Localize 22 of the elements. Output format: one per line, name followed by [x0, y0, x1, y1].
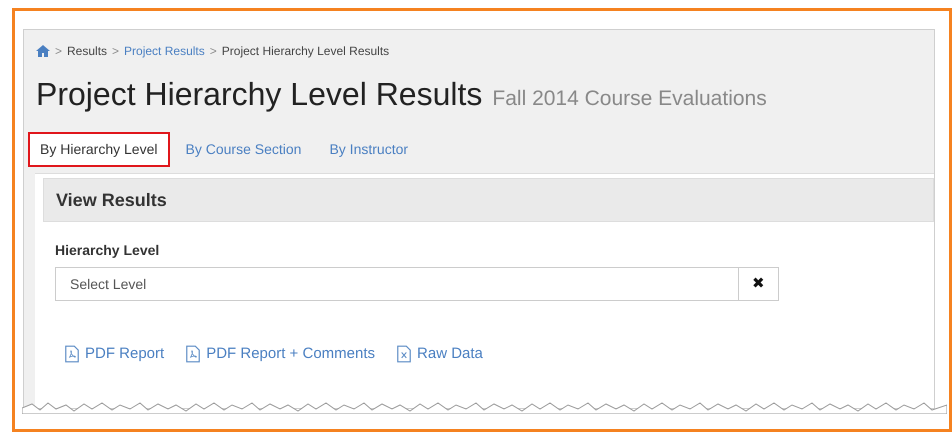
clear-button[interactable]: ✖ — [739, 267, 779, 301]
page-subtitle: Fall 2014 Course Evaluations — [492, 86, 767, 112]
breadcrumb-link[interactable]: Project Results — [124, 42, 205, 60]
breadcrumb-separator: > — [55, 43, 62, 60]
pdf-file-icon — [186, 345, 200, 364]
breadcrumb-item: Project Hierarchy Level Results — [222, 43, 390, 60]
pdf-file-icon — [65, 345, 79, 364]
select-field[interactable]: Select Level — [55, 267, 739, 301]
page-title: Project Hierarchy Level Results — [36, 75, 482, 114]
tab[interactable]: By Hierarchy Level — [28, 132, 170, 167]
panel-title: View Results — [56, 188, 167, 212]
field-label: Hierarchy Level — [55, 241, 160, 260]
tab[interactable]: By Course Section — [174, 132, 314, 167]
download-link[interactable]: Raw Data — [397, 343, 483, 366]
breadcrumb-separator: > — [112, 43, 120, 60]
download-link[interactable]: PDF Report — [65, 343, 164, 366]
breadcrumb-item: Results — [67, 43, 108, 60]
home-icon[interactable] — [36, 45, 50, 57]
download-link[interactable]: PDF Report + Comments — [186, 343, 376, 366]
tab[interactable]: By Instructor — [317, 132, 420, 167]
breadcrumb-separator: > — [210, 43, 217, 60]
spreadsheet-file-icon — [397, 345, 412, 364]
